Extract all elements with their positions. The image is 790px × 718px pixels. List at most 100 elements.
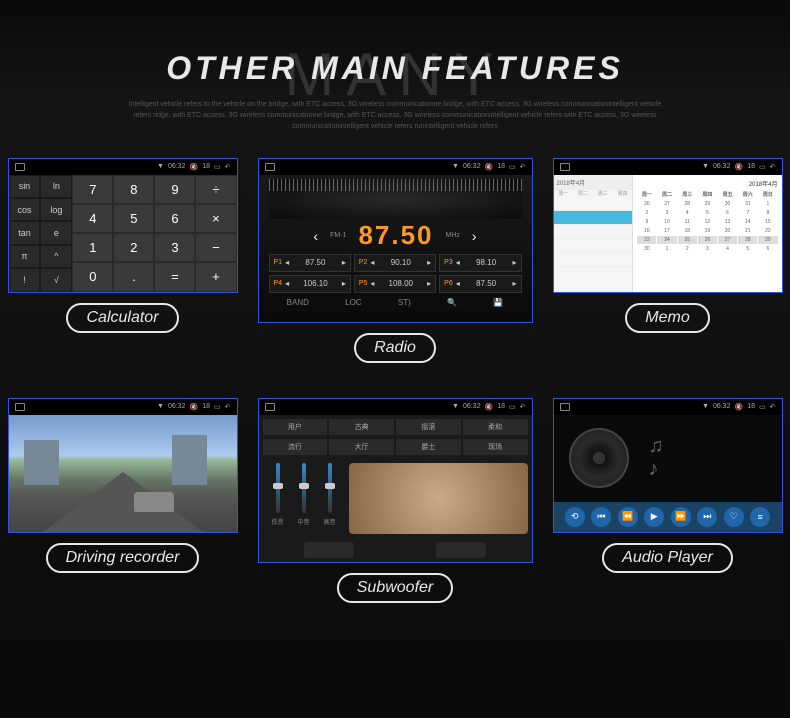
calendar-day[interactable]: 11: [678, 218, 697, 226]
eq-tab[interactable]: 流行: [263, 439, 328, 455]
eq-slider[interactable]: 中音: [297, 463, 311, 534]
radio-preset[interactable]: P5◂108.00▸: [354, 275, 436, 293]
calendar-day[interactable]: 20: [718, 227, 737, 235]
eq-slider[interactable]: 高音: [323, 463, 337, 534]
calc-fn-key[interactable]: π: [9, 245, 41, 268]
calendar-day[interactable]: 5: [738, 245, 757, 253]
calendar-day[interactable]: 26: [698, 236, 717, 244]
calc-key[interactable]: +: [195, 262, 236, 291]
radio-bottom-button[interactable]: 🔍: [447, 298, 457, 307]
calendar-day[interactable]: 4: [678, 209, 697, 217]
calendar-day[interactable]: 4: [718, 245, 737, 253]
calc-fn-key[interactable]: tan: [9, 221, 41, 244]
calendar-day[interactable]: 22: [758, 227, 777, 235]
eq-tab[interactable]: 用户: [263, 419, 328, 435]
calendar-day[interactable]: 2: [678, 245, 697, 253]
calendar-day[interactable]: 30: [718, 200, 737, 208]
home-icon[interactable]: [15, 403, 25, 411]
calendar-day[interactable]: 29: [698, 200, 717, 208]
calendar-day[interactable]: 1: [758, 200, 777, 208]
calendar-day[interactable]: 14: [738, 218, 757, 226]
calc-key[interactable]: 1: [72, 233, 113, 262]
calendar-day[interactable]: 6: [758, 245, 777, 253]
eq-preset-button[interactable]: [436, 542, 486, 558]
calendar-day[interactable]: 29: [758, 236, 777, 244]
calc-key[interactable]: 0: [72, 262, 113, 291]
calendar-day[interactable]: 30: [637, 245, 656, 253]
calendar-day[interactable]: 12: [698, 218, 717, 226]
calendar-day[interactable]: 10: [657, 218, 676, 226]
calc-fn-key[interactable]: !: [9, 268, 41, 291]
calendar-day[interactable]: 6: [718, 209, 737, 217]
radio-bottom-button[interactable]: BAND: [287, 298, 309, 307]
eq-slider[interactable]: 低音: [271, 463, 285, 534]
eq-tab[interactable]: 柔和: [463, 419, 528, 435]
calc-key[interactable]: .: [113, 262, 154, 291]
back-icon[interactable]: ↶: [225, 163, 231, 171]
active-day[interactable]: [554, 211, 633, 225]
calendar-day[interactable]: 24: [657, 236, 676, 244]
calc-key[interactable]: 7: [72, 175, 113, 204]
home-icon[interactable]: [265, 163, 275, 171]
calendar-day[interactable]: 25: [678, 236, 697, 244]
calc-fn-key[interactable]: √: [40, 268, 72, 291]
tune-down[interactable]: ‹: [313, 228, 318, 244]
home-icon[interactable]: [265, 403, 275, 411]
calendar-day[interactable]: 16: [637, 227, 656, 235]
radio-preset[interactable]: P4◂106.10▸: [269, 275, 351, 293]
eq-tab[interactable]: 爵士: [396, 439, 461, 455]
calc-fn-key[interactable]: ^: [40, 245, 72, 268]
audio-control-button[interactable]: ≡: [750, 507, 770, 527]
audio-control-button[interactable]: ▶: [644, 507, 664, 527]
calendar-day[interactable]: 27: [657, 200, 676, 208]
back-icon[interactable]: ↶: [770, 403, 776, 411]
calendar-day[interactable]: 18: [678, 227, 697, 235]
tuner-dial[interactable]: [269, 179, 522, 219]
calendar-day[interactable]: 15: [758, 218, 777, 226]
calendar-day[interactable]: 13: [718, 218, 737, 226]
calc-key[interactable]: ×: [195, 204, 236, 233]
home-icon[interactable]: [560, 403, 570, 411]
audio-control-button[interactable]: ⏩: [671, 507, 691, 527]
calendar-day[interactable]: 7: [738, 209, 757, 217]
calendar-day[interactable]: 3: [657, 209, 676, 217]
home-icon[interactable]: [560, 163, 570, 171]
back-icon[interactable]: ↶: [520, 403, 526, 411]
audio-control-button[interactable]: ⏮: [591, 507, 611, 527]
calc-fn-key[interactable]: log: [40, 198, 72, 221]
tune-up[interactable]: ›: [472, 228, 477, 244]
radio-preset[interactable]: P6◂87.50▸: [439, 275, 521, 293]
calc-fn-key[interactable]: e: [40, 221, 72, 244]
calc-key[interactable]: 6: [154, 204, 195, 233]
eq-preset-button[interactable]: [304, 542, 354, 558]
eq-tab[interactable]: 古典: [329, 419, 394, 435]
calendar-day[interactable]: 17: [657, 227, 676, 235]
calc-key[interactable]: 5: [113, 204, 154, 233]
calendar-day[interactable]: 8: [758, 209, 777, 217]
calc-key[interactable]: 8: [113, 175, 154, 204]
calc-fn-key[interactable]: sin: [9, 175, 41, 198]
back-icon[interactable]: ↶: [520, 163, 526, 171]
calc-key[interactable]: −: [195, 233, 236, 262]
calendar-day[interactable]: 9: [637, 218, 656, 226]
calc-key[interactable]: 3: [154, 233, 195, 262]
calendar-day[interactable]: 28: [738, 236, 757, 244]
radio-preset[interactable]: P3◂98.10▸: [439, 254, 521, 272]
audio-control-button[interactable]: ♡: [724, 507, 744, 527]
calendar-day[interactable]: 28: [678, 200, 697, 208]
calendar-day[interactable]: 21: [738, 227, 757, 235]
calc-fn-key[interactable]: ln: [40, 175, 72, 198]
radio-preset[interactable]: P1◂87.50▸: [269, 254, 351, 272]
home-icon[interactable]: [15, 163, 25, 171]
radio-bottom-button[interactable]: 💾: [493, 298, 503, 307]
calendar-day[interactable]: 26: [637, 200, 656, 208]
calendar-day[interactable]: 2: [637, 209, 656, 217]
calc-key[interactable]: =: [154, 262, 195, 291]
calc-key[interactable]: 4: [72, 204, 113, 233]
eq-tab[interactable]: 摇滚: [396, 419, 461, 435]
back-icon[interactable]: ↶: [225, 403, 231, 411]
radio-bottom-button[interactable]: ST): [398, 298, 411, 307]
calendar-day[interactable]: 1: [657, 245, 676, 253]
audio-control-button[interactable]: ⏭: [697, 507, 717, 527]
calendar-day[interactable]: 31: [738, 200, 757, 208]
